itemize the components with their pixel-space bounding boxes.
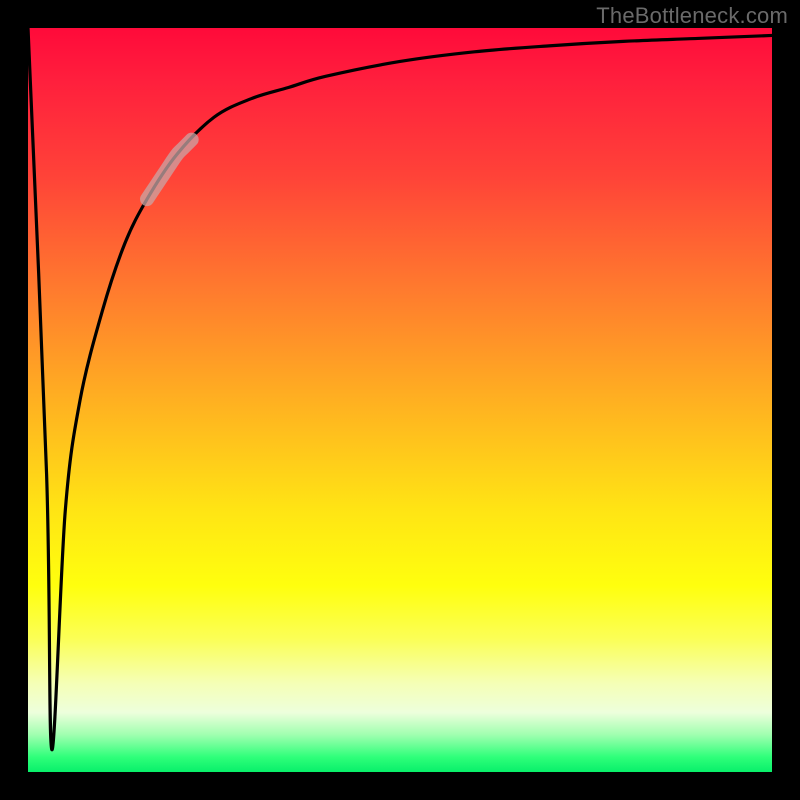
gradient-background [28, 28, 772, 772]
plot-area [28, 28, 772, 772]
chart-stage: TheBottleneck.com [0, 0, 800, 800]
attribution-label: TheBottleneck.com [596, 3, 788, 29]
